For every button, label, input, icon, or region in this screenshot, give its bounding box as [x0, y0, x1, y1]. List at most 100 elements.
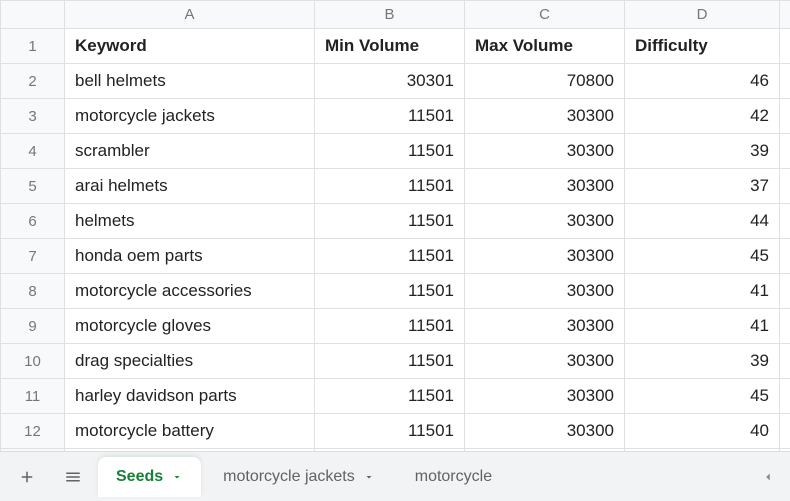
cell[interactable]: scrambler	[65, 134, 315, 169]
cell[interactable]: 30300	[465, 414, 625, 449]
cell[interactable]: 37	[625, 169, 780, 204]
chevron-down-icon	[363, 471, 375, 483]
cell[interactable]	[780, 414, 790, 449]
cell[interactable]: bell helmets	[65, 64, 315, 99]
column-header-d[interactable]: D	[625, 1, 780, 29]
cell[interactable]: Difficulty	[625, 29, 780, 64]
cell[interactable]: 11501	[315, 274, 465, 309]
column-header-e[interactable]	[780, 1, 790, 29]
cell[interactable]: motorcycle accessories	[65, 274, 315, 309]
sheet-tab[interactable]: motorcycle jackets	[205, 457, 393, 497]
cell[interactable]: helmets	[65, 204, 315, 239]
column-header-a[interactable]: A	[65, 1, 315, 29]
cell[interactable]: 30300	[465, 379, 625, 414]
cell[interactable]: 30300	[465, 169, 625, 204]
cell[interactable]: Min Volume	[315, 29, 465, 64]
row-header[interactable]: 8	[1, 274, 65, 309]
row-header[interactable]: 5	[1, 169, 65, 204]
cell[interactable]: 41	[625, 274, 780, 309]
row-header[interactable]: 4	[1, 134, 65, 169]
cell[interactable]: 11501	[315, 414, 465, 449]
row-header[interactable]: 6	[1, 204, 65, 239]
spreadsheet-viewport: A B C D 1 Keyword Min Volume Max Volume …	[0, 0, 790, 501]
row-header[interactable]: 12	[1, 414, 65, 449]
sheet-tab-active[interactable]: Seeds	[98, 457, 201, 497]
table-row: 3 motorcycle jackets 11501 30300 42	[1, 99, 790, 134]
cell[interactable]	[780, 309, 790, 344]
cell[interactable]	[780, 344, 790, 379]
cell[interactable]	[780, 29, 790, 64]
table-row: 2 bell helmets 30301 70800 46	[1, 64, 790, 99]
row-header[interactable]: 11	[1, 379, 65, 414]
cell[interactable]: 11501	[315, 379, 465, 414]
cell[interactable]: motorcycle jackets	[65, 99, 315, 134]
cell[interactable]: harley davidson parts	[65, 379, 315, 414]
cell[interactable]	[780, 134, 790, 169]
cell[interactable]	[780, 64, 790, 99]
cell[interactable]: arai helmets	[65, 169, 315, 204]
chevron-left-icon	[761, 470, 775, 484]
cell[interactable]: motorcycle battery	[65, 414, 315, 449]
cell[interactable]: 11501	[315, 169, 465, 204]
cell[interactable]	[780, 99, 790, 134]
cell[interactable]: motorcycle gloves	[65, 309, 315, 344]
table-row: 11 harley davidson parts 11501 30300 45	[1, 379, 790, 414]
row-header[interactable]: 3	[1, 99, 65, 134]
add-sheet-button[interactable]	[6, 457, 48, 497]
column-header-b[interactable]: B	[315, 1, 465, 29]
row-header[interactable]: 1	[1, 29, 65, 64]
cell[interactable]: 30300	[465, 344, 625, 379]
row-header[interactable]: 10	[1, 344, 65, 379]
cell[interactable]: 11501	[315, 99, 465, 134]
cell[interactable]: 11501	[315, 204, 465, 239]
column-header-c[interactable]: C	[465, 1, 625, 29]
cell[interactable]: drag specialties	[65, 344, 315, 379]
cell[interactable]: 39	[625, 134, 780, 169]
cell[interactable]	[780, 169, 790, 204]
cell[interactable]: 30300	[465, 134, 625, 169]
cell[interactable]: 70800	[465, 64, 625, 99]
cell[interactable]: 30300	[465, 274, 625, 309]
cell[interactable]: 30300	[465, 204, 625, 239]
cell[interactable]: 11501	[315, 239, 465, 274]
select-all-corner[interactable]	[1, 1, 65, 29]
scroll-tabs-left-button[interactable]	[752, 457, 784, 497]
row-header[interactable]: 7	[1, 239, 65, 274]
sheet-tab[interactable]: motorcycle	[397, 457, 510, 497]
grid-area[interactable]: A B C D 1 Keyword Min Volume Max Volume …	[0, 0, 790, 451]
cell[interactable]: 30300	[465, 99, 625, 134]
cell[interactable]: 45	[625, 239, 780, 274]
cell[interactable]: 11501	[315, 134, 465, 169]
sheet-tab-label: motorcycle jackets	[223, 468, 355, 486]
plus-icon	[18, 468, 36, 486]
cell[interactable]: 11501	[315, 309, 465, 344]
cell[interactable]: 11501	[315, 344, 465, 379]
cell[interactable]: Keyword	[65, 29, 315, 64]
cell[interactable]: 41	[625, 309, 780, 344]
cell[interactable]: 44	[625, 204, 780, 239]
table-row: 4 scrambler 11501 30300 39	[1, 134, 790, 169]
table-row: 5 arai helmets 11501 30300 37	[1, 169, 790, 204]
all-sheets-button[interactable]	[52, 457, 94, 497]
table-row: 12 motorcycle battery 11501 30300 40	[1, 414, 790, 449]
row-header[interactable]: 9	[1, 309, 65, 344]
sheet-tab-label: Seeds	[116, 468, 163, 486]
cell[interactable]: honda oem parts	[65, 239, 315, 274]
cell[interactable]: 39	[625, 344, 780, 379]
cell[interactable]: Max Volume	[465, 29, 625, 64]
cell[interactable]: 46	[625, 64, 780, 99]
cell[interactable]: 40	[625, 414, 780, 449]
cell[interactable]: 45	[625, 379, 780, 414]
cell[interactable]	[780, 274, 790, 309]
cell[interactable]: 30301	[315, 64, 465, 99]
cell[interactable]: 30300	[465, 309, 625, 344]
cell[interactable]	[780, 379, 790, 414]
menu-icon	[64, 468, 82, 486]
cell[interactable]	[780, 204, 790, 239]
row-header[interactable]: 2	[1, 64, 65, 99]
table-row: 1 Keyword Min Volume Max Volume Difficul…	[1, 29, 790, 64]
cell[interactable]: 42	[625, 99, 780, 134]
sheet-tab-strip: Seeds motorcycle jackets motorcycle	[0, 451, 790, 501]
cell[interactable]	[780, 239, 790, 274]
cell[interactable]: 30300	[465, 239, 625, 274]
